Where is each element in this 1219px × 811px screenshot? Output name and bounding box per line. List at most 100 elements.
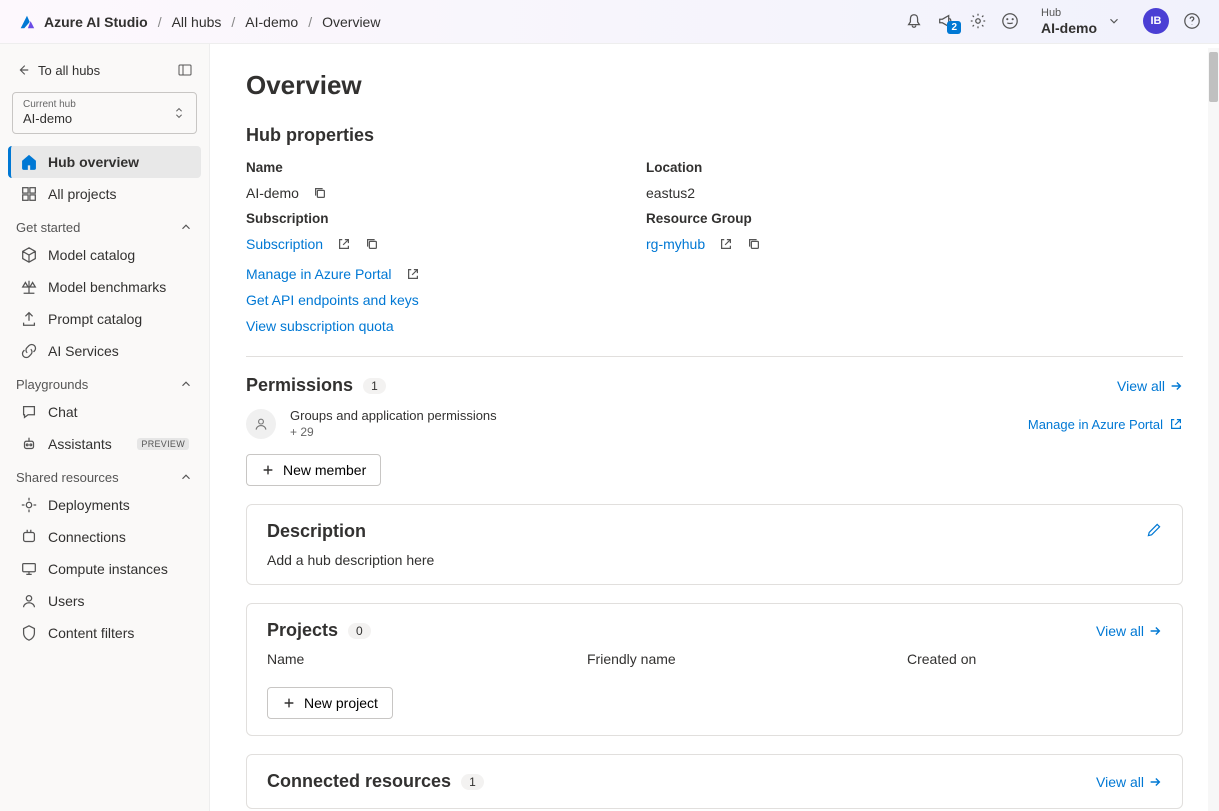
external-link-icon[interactable] bbox=[406, 267, 420, 281]
name-label: Name bbox=[246, 160, 546, 175]
name-value: AI-demo bbox=[246, 185, 299, 201]
arrow-left-icon bbox=[16, 63, 30, 77]
cube-icon bbox=[20, 246, 38, 264]
sidebar-item-prompt-catalog[interactable]: Prompt catalog bbox=[8, 303, 201, 335]
chevron-up-icon bbox=[179, 470, 193, 484]
col-friendly-name: Friendly name bbox=[587, 651, 867, 667]
projects-view-all[interactable]: View all bbox=[1096, 623, 1162, 639]
sidebar-group-get-started[interactable]: Get started bbox=[8, 210, 201, 239]
connected-count: 1 bbox=[461, 774, 484, 790]
sidebar-item-ai-services[interactable]: AI Services bbox=[8, 335, 201, 367]
breadcrumb-all-hubs[interactable]: All hubs bbox=[172, 14, 222, 30]
permission-group-sub: + 29 bbox=[290, 425, 497, 441]
new-member-button[interactable]: New member bbox=[246, 454, 381, 486]
plus-icon bbox=[282, 696, 296, 710]
scrollbar-thumb[interactable] bbox=[1209, 52, 1218, 102]
top-bar: Azure AI Studio / All hubs / AI-demo / O… bbox=[0, 0, 1219, 44]
sidebar-main-nav: Hub overview All projects bbox=[8, 146, 201, 210]
description-title: Description bbox=[267, 521, 366, 542]
hub-selector[interactable]: Current hub AI-demo bbox=[12, 92, 197, 134]
sidebar-item-content-filters[interactable]: Content filters bbox=[8, 617, 201, 649]
sidebar-item-connections[interactable]: Connections bbox=[8, 521, 201, 553]
divider bbox=[246, 356, 1183, 357]
sidebar-item-users[interactable]: Users bbox=[8, 585, 201, 617]
projects-card: Projects 0 View all Name Friendly name C… bbox=[246, 603, 1183, 736]
resource-group-label: Resource Group bbox=[646, 211, 946, 226]
breadcrumb-hub[interactable]: AI-demo bbox=[245, 14, 298, 30]
col-name: Name bbox=[267, 651, 547, 667]
external-link-icon[interactable] bbox=[337, 237, 351, 251]
help-icon[interactable] bbox=[1183, 12, 1201, 30]
computer-icon bbox=[20, 560, 38, 578]
chevron-down-icon bbox=[1107, 14, 1121, 28]
sidebar-item-all-projects[interactable]: All projects bbox=[8, 178, 201, 210]
arrow-right-icon bbox=[1169, 379, 1183, 393]
sidebar-item-compute[interactable]: Compute instances bbox=[8, 553, 201, 585]
col-created-on: Created on bbox=[907, 651, 976, 667]
copy-icon[interactable] bbox=[313, 186, 327, 200]
scrollbar[interactable] bbox=[1208, 48, 1219, 811]
preview-badge: PREVIEW bbox=[137, 438, 189, 450]
description-text: Add a hub description here bbox=[267, 552, 1162, 568]
projects-count: 0 bbox=[348, 623, 371, 639]
chevron-updown-icon bbox=[172, 106, 186, 120]
collapse-icon[interactable] bbox=[177, 62, 193, 78]
sidebar-item-model-benchmarks[interactable]: Model benchmarks bbox=[8, 271, 201, 303]
announcements-badge: 2 bbox=[947, 21, 961, 34]
upload-icon bbox=[20, 310, 38, 328]
permissions-title: Permissions bbox=[246, 375, 353, 396]
sidebar-item-deployments[interactable]: Deployments bbox=[8, 489, 201, 521]
user-icon bbox=[20, 592, 38, 610]
azure-logo-icon bbox=[18, 13, 36, 31]
sidebar-item-hub-overview[interactable]: Hub overview bbox=[8, 146, 201, 178]
copy-icon[interactable] bbox=[747, 237, 761, 251]
main-content: Overview Hub properties Name AI-demo Sub… bbox=[210, 48, 1219, 811]
resource-group-link[interactable]: rg-myhub bbox=[646, 236, 705, 252]
description-card: Description Add a hub description here bbox=[246, 504, 1183, 585]
sidebar-group-shared-resources[interactable]: Shared resources bbox=[8, 460, 201, 489]
plus-icon bbox=[261, 463, 275, 477]
arrow-right-icon bbox=[1148, 775, 1162, 789]
breadcrumb-page[interactable]: Overview bbox=[322, 14, 380, 30]
user-avatar[interactable]: IB bbox=[1143, 8, 1169, 34]
subscription-link[interactable]: Subscription bbox=[246, 236, 323, 252]
settings-icon[interactable] bbox=[969, 12, 987, 30]
chevron-up-icon bbox=[179, 220, 193, 234]
chat-icon bbox=[20, 403, 38, 421]
api-endpoints-link[interactable]: Get API endpoints and keys bbox=[246, 292, 419, 308]
location-label: Location bbox=[646, 160, 946, 175]
external-link-icon[interactable] bbox=[719, 237, 733, 251]
deploy-icon bbox=[20, 496, 38, 514]
brand-name[interactable]: Azure AI Studio bbox=[44, 14, 148, 30]
feedback-icon[interactable] bbox=[1001, 12, 1019, 30]
link-icon bbox=[20, 342, 38, 360]
location-value: eastus2 bbox=[646, 185, 695, 201]
scale-icon bbox=[20, 278, 38, 296]
connected-view-all[interactable]: View all bbox=[1096, 774, 1162, 790]
new-project-button[interactable]: New project bbox=[267, 687, 393, 719]
subscription-label: Subscription bbox=[246, 211, 546, 226]
sidebar-group-playgrounds[interactable]: Playgrounds bbox=[8, 367, 201, 396]
subscription-quota-link[interactable]: View subscription quota bbox=[246, 318, 394, 334]
manage-portal-link[interactable]: Manage in Azure Portal bbox=[246, 266, 392, 282]
announcements-icon[interactable]: 2 bbox=[937, 12, 955, 30]
sidebar-item-model-catalog[interactable]: Model catalog bbox=[8, 239, 201, 271]
permissions-view-all[interactable]: View all bbox=[1117, 378, 1183, 394]
hub-picker-label: Hub bbox=[1041, 7, 1097, 20]
arrow-right-icon bbox=[1148, 624, 1162, 638]
projects-table-header: Name Friendly name Created on bbox=[267, 651, 1162, 667]
hub-picker[interactable]: Hub AI-demo bbox=[1033, 3, 1129, 41]
external-link-icon bbox=[1169, 417, 1183, 431]
sidebar-item-chat[interactable]: Chat bbox=[8, 396, 201, 428]
back-to-hubs[interactable]: To all hubs bbox=[8, 56, 201, 84]
edit-icon[interactable] bbox=[1146, 522, 1162, 541]
page-title: Overview bbox=[246, 70, 1183, 101]
sidebar-item-assistants[interactable]: AssistantsPREVIEW bbox=[8, 428, 201, 460]
chevron-up-icon bbox=[179, 377, 193, 391]
copy-icon[interactable] bbox=[365, 237, 379, 251]
projects-title: Projects bbox=[267, 620, 338, 641]
notifications-icon[interactable] bbox=[905, 12, 923, 30]
permissions-manage-link[interactable]: Manage in Azure Portal bbox=[1028, 417, 1183, 432]
permissions-count: 1 bbox=[363, 378, 386, 394]
permission-group-title: Groups and application permissions bbox=[290, 408, 497, 425]
